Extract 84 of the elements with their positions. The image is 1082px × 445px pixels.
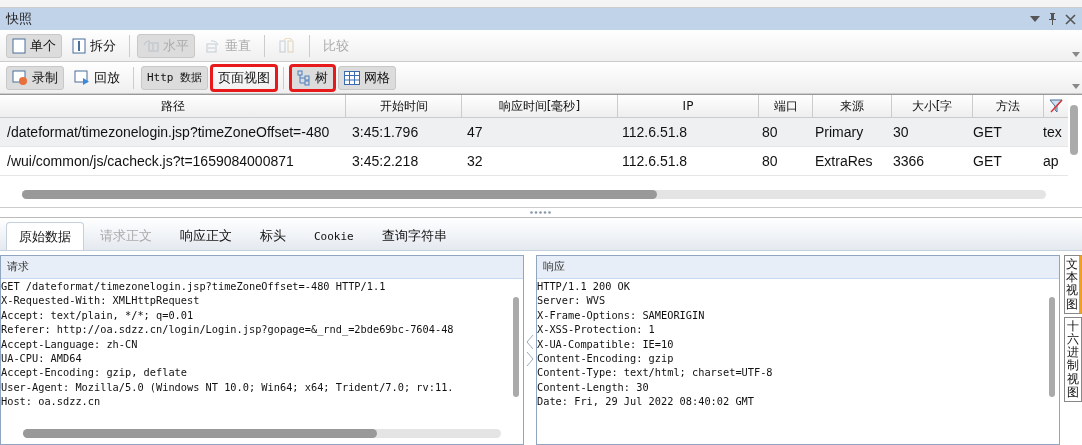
collapse-arrows-icon[interactable]: [526, 333, 534, 367]
table-cell-text: 80: [761, 124, 779, 140]
table-cell-text: ExtraRes: [814, 153, 874, 169]
toolbar-button[interactable]: 网格: [338, 65, 397, 90]
close-icon[interactable]: [1065, 13, 1076, 25]
text-line: Server: WVS: [537, 293, 606, 308]
table-cell-text: 3366: [892, 153, 926, 169]
horizontal-scrollbar[interactable]: [22, 190, 1046, 199]
pane-title: 请求: [7, 260, 29, 273]
table-cell-text: 112.6.51.8: [621, 153, 689, 169]
table-cell-text: GET: [972, 124, 1003, 140]
tab[interactable]: 原始数据: [6, 222, 84, 250]
table-cell-text: /dateformat/timezonelogin.jsp?timeZoneOffset=-480: [6, 124, 331, 140]
text-line: Date: Fri, 29 Jul 2022 08:40:02 GMT: [537, 394, 754, 409]
overflow-icon[interactable]: [1072, 84, 1080, 89]
table-cell-text: GET: [972, 153, 1003, 169]
text-line: HTTP/1.1 200 OK: [537, 279, 630, 294]
toolbar-button[interactable]: 页面视图: [212, 65, 277, 90]
table-cell-text: 112.6.51.8: [621, 124, 689, 140]
window-title: 快照: [6, 10, 32, 28]
table-cell-text: 3:45:1.796: [351, 124, 420, 140]
text-line: User-Agent: Mozilla/5.0 (Windows NT 10.0; Win64; x64; Trident/7.0; rv:11.: [1, 379, 454, 395]
vertical-layout-icon: [205, 38, 221, 53]
vertical-tab[interactable]: 十六进制视图: [1064, 316, 1082, 402]
table-cell-text: 3:45:2.218: [351, 153, 420, 169]
toolbar-button[interactable]: 录制: [6, 65, 64, 90]
table-row[interactable]: /wui/common/js/cacheck.js?t=1659084000871 3:45:2.218 32 112.6.51.8 80 ExtraRes 3366 GET ap: [0, 147, 1068, 176]
text-line: Accept-Encoding: gzip, deflate: [1, 365, 187, 380]
overflow-icon[interactable]: [1072, 52, 1080, 57]
column-header[interactable]: 路径: [0, 95, 346, 117]
text-line: UA-CPU: AMD64: [1, 351, 82, 366]
text-line: X-Frame-Options: SAMEORIGIN: [537, 307, 705, 323]
tab[interactable]: 查询字符串: [369, 222, 459, 250]
text-line: GET /dateformat/timezonelogin.jsp?timeZoneOffset=-480 HTTP/1.1: [1, 279, 386, 294]
filter-icon[interactable]: [1048, 98, 1064, 114]
table-cell-text: tex: [1042, 124, 1062, 140]
table-cell-text: 80: [761, 153, 779, 169]
tab[interactable]: 标头: [248, 222, 298, 250]
record-icon: [12, 69, 28, 86]
swap-icon: [278, 37, 296, 54]
column-header[interactable]: 来源: [813, 95, 892, 117]
toolbar-button[interactable]: 回放: [68, 65, 126, 90]
tree-icon: [297, 69, 312, 86]
toolbar-button[interactable]: 单个: [6, 33, 62, 58]
text-line: X-UA-Compatible: IE=10: [537, 336, 674, 352]
table-cell-text: 47: [466, 124, 484, 140]
split-page-icon: [72, 37, 86, 54]
column-header[interactable]: 方法: [973, 95, 1044, 117]
play-icon: [74, 69, 90, 86]
text-line: Host: oa.sdzz.cn: [1, 394, 101, 409]
column-header[interactable]: 端口: [759, 95, 813, 117]
pin-icon[interactable]: [1048, 13, 1057, 25]
text-line: Accept: text/plain, */*; q=0.01: [1, 307, 194, 323]
text-line: Content-Encoding: gzip: [537, 351, 674, 366]
toolbar-button[interactable]: Http 数据: [141, 65, 209, 90]
toolbar-button[interactable]: 拆分: [66, 33, 122, 58]
table-cell-text: Primary: [814, 124, 865, 140]
text-line: X-XSS-Protection: 1: [537, 322, 655, 337]
panel-grip-strip[interactable]: [0, 0, 1082, 8]
table-row[interactable]: /dateformat/timezonelogin.jsp?timeZoneOffset=-480 3:45:1.796 47 112.6.51.8 80 Primary 30 GET tex: [0, 118, 1068, 147]
table-cell-text: /wui/common/js/cacheck.js?t=1659084000871: [6, 153, 295, 169]
table-cell-text: 32: [466, 153, 484, 169]
column-header[interactable]: 响应时间[毫秒]: [462, 95, 618, 117]
text-line: Content-Length: 30: [537, 379, 649, 395]
text-line: Referer: http://oa.sdzz.cn/login/Login.jsp?gopage=&_rnd_=2bde69bc-7604-48: [1, 322, 454, 337]
tab[interactable]: Cookie: [302, 222, 366, 250]
page-icon: [12, 37, 26, 54]
column-header[interactable]: IP: [618, 95, 759, 117]
column-header[interactable]: 大小[字: [892, 95, 973, 117]
splitter-handle[interactable]: [530, 211, 552, 214]
horizontal-layout-icon: [143, 38, 159, 53]
text-line: Accept-Language: zh-CN: [1, 336, 138, 352]
dropdown-icon[interactable]: [1030, 16, 1040, 22]
toolbar-button[interactable]: 树: [291, 65, 335, 90]
grid-icon: [344, 70, 361, 85]
table-cell-text: ap: [1042, 153, 1059, 169]
horizontal-scrollbar[interactable]: [23, 429, 501, 438]
vertical-tab[interactable]: 文本视图: [1064, 255, 1082, 314]
text-line: Content-Type: text/html; charset=UTF-8: [537, 365, 773, 380]
tab[interactable]: 响应正文: [168, 222, 244, 250]
pane-title: 响应: [543, 260, 565, 273]
table-cell-text: 30: [892, 124, 910, 140]
text-line: X-Requested-With: XMLHttpRequest: [1, 293, 200, 308]
column-header[interactable]: 开始时间: [346, 95, 462, 117]
